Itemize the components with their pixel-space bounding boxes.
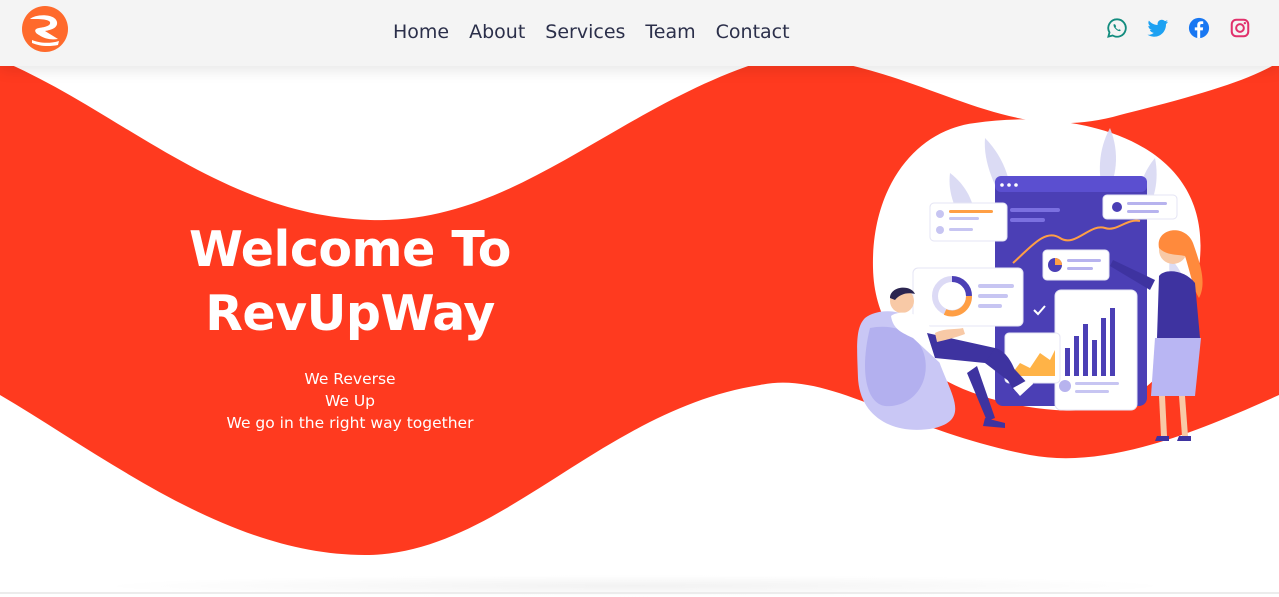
navbar: Home About Services Team Contact [0,0,1279,66]
analytics-dashboard-illustration [857,119,1203,441]
hero-content: Welcome To RevUpWay We Reverse We Up We … [40,218,660,434]
nav-about[interactable]: About [459,18,535,46]
hero-tagline: We Reverse We Up We go in the right way … [40,368,660,434]
twitter-icon[interactable] [1147,17,1169,39]
main-nav: Home About Services Team Contact [383,18,800,46]
nav-home[interactable]: Home [383,18,459,46]
tagline-line-1: We Reverse [304,370,396,388]
nav-contact[interactable]: Contact [706,18,800,46]
facebook-icon[interactable] [1188,17,1210,39]
nav-services[interactable]: Services [535,18,635,46]
social-links [1106,17,1251,39]
revupway-logo-icon[interactable] [21,5,69,53]
hero-title: Welcome To RevUpWay [189,221,511,342]
whatsapp-icon[interactable] [1106,17,1128,39]
tagline-line-3: We go in the right way together [226,414,474,432]
instagram-icon[interactable] [1229,17,1251,39]
nav-team[interactable]: Team [635,18,705,46]
tagline-line-2: We Up [324,392,376,410]
